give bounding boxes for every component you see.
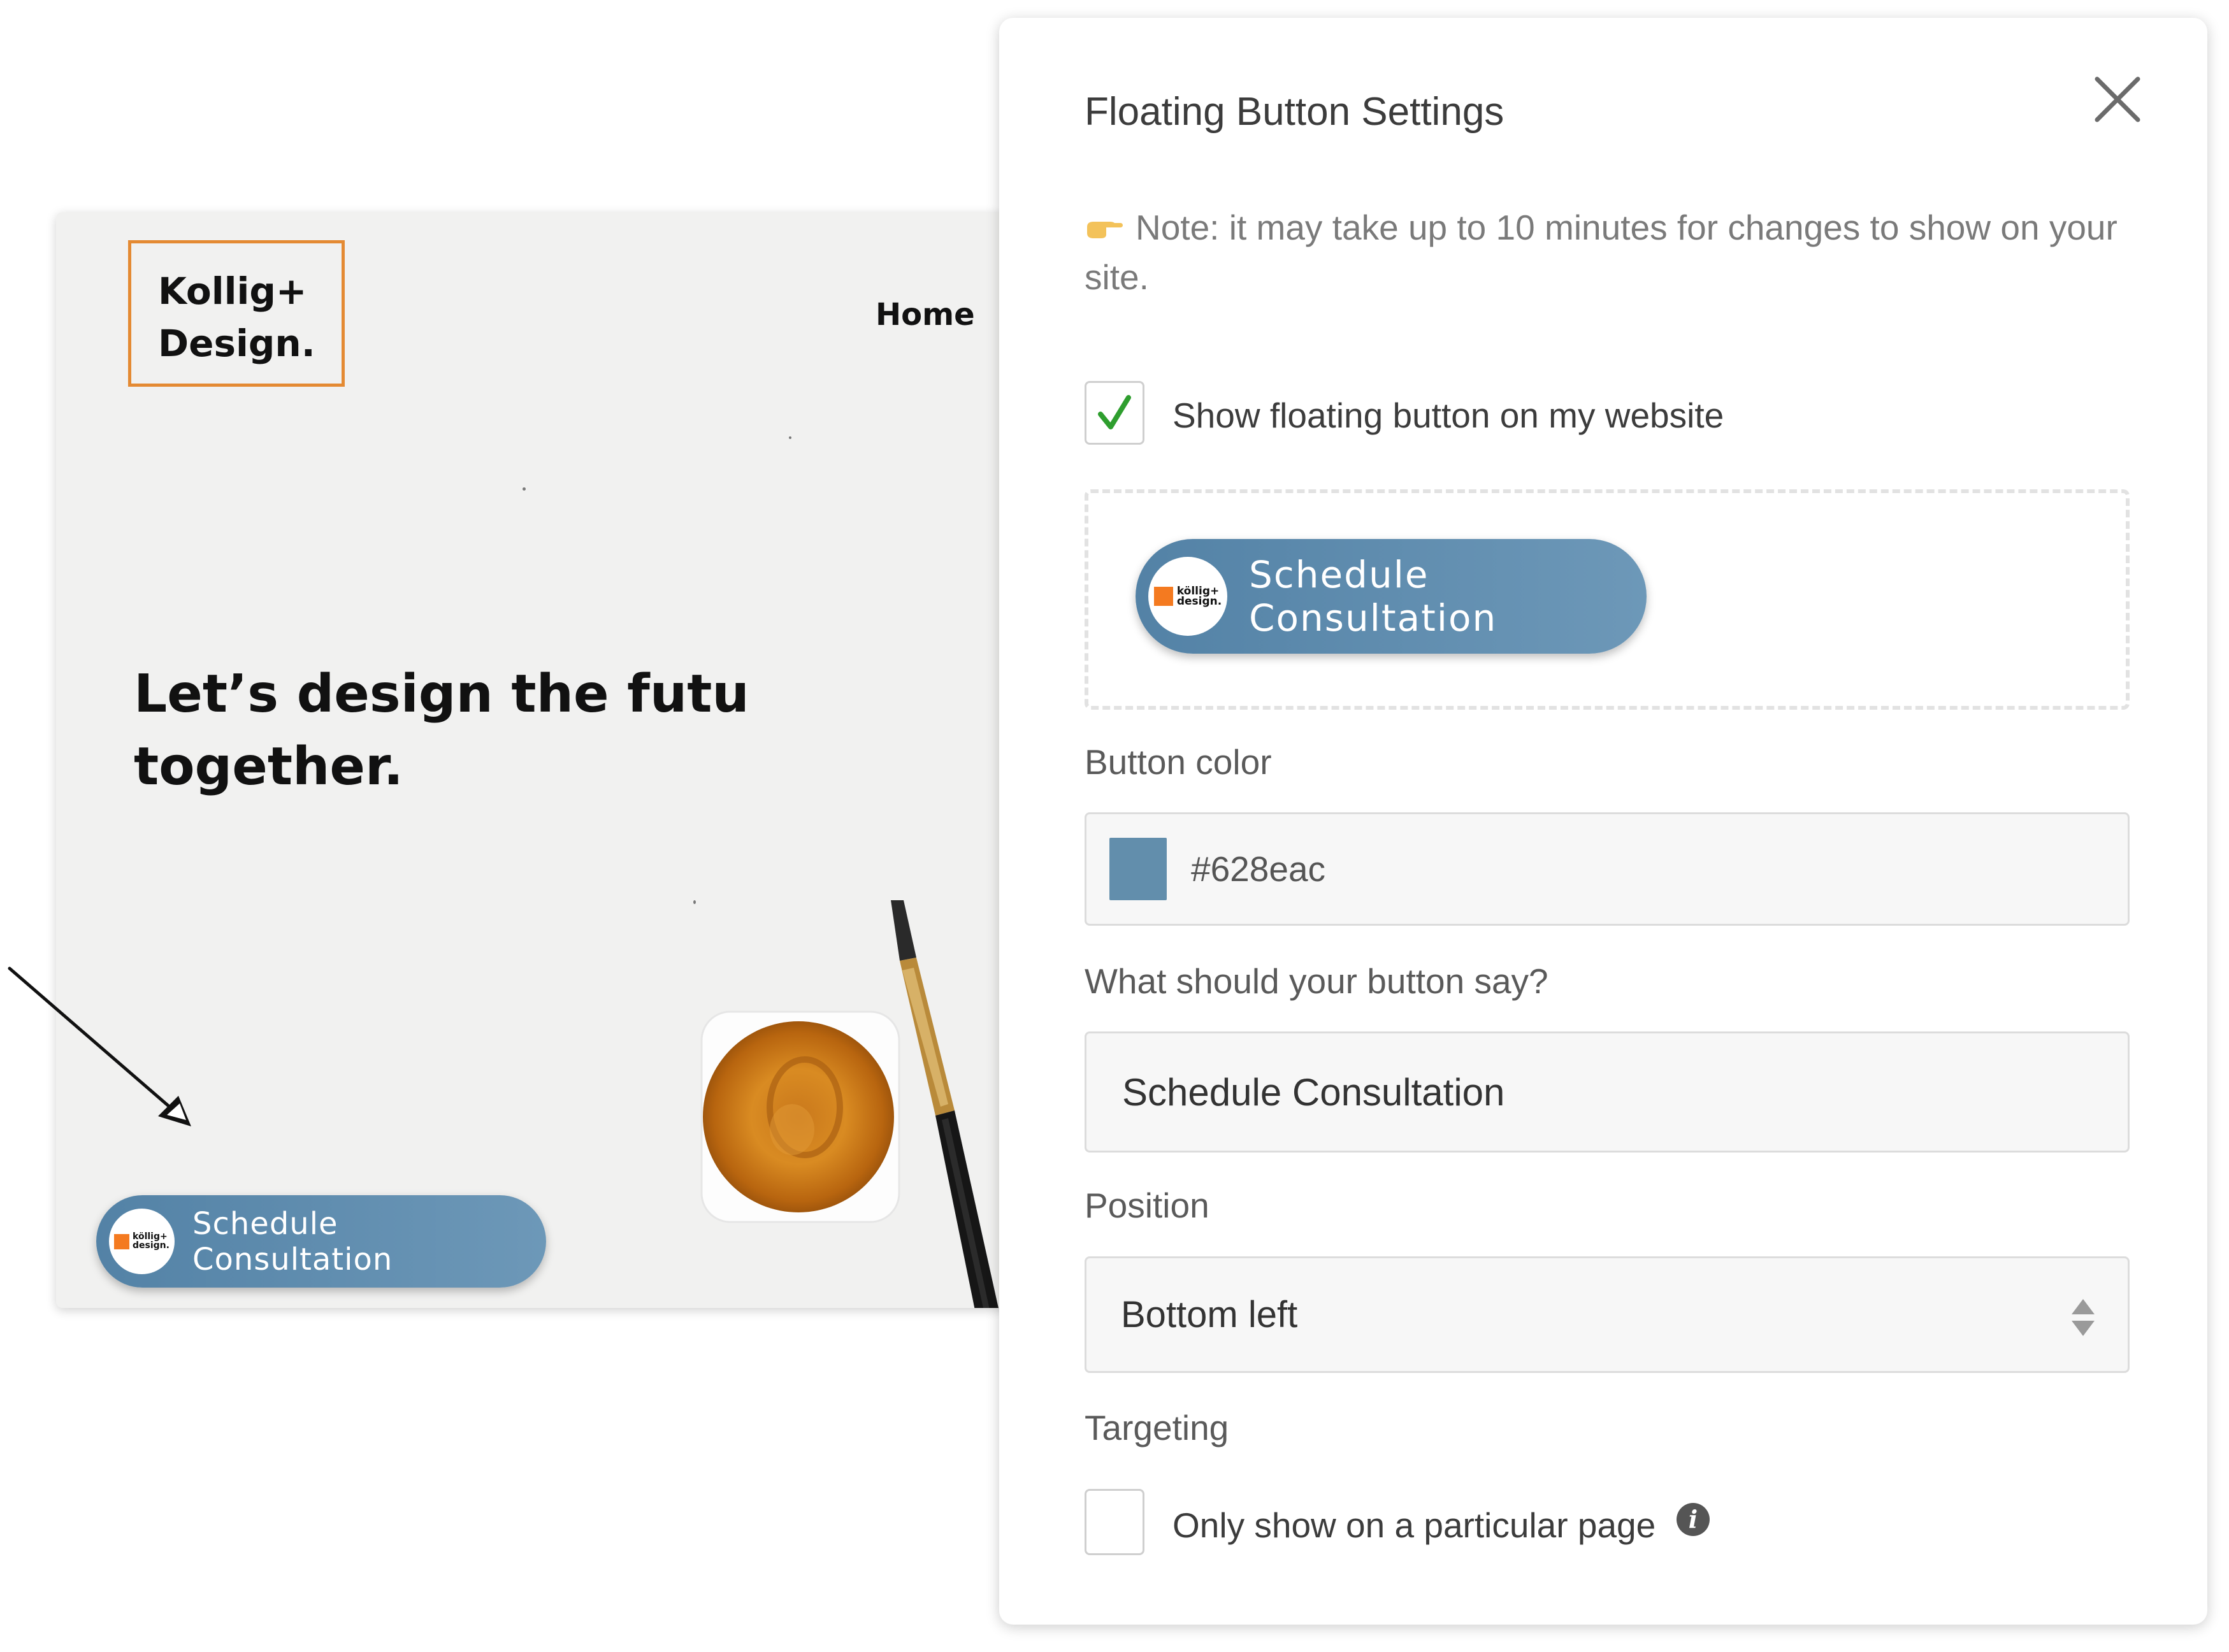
site-logo[interactable]: Kollig+ Design.: [128, 240, 345, 387]
color-value: #628eac: [1191, 849, 1326, 889]
select-arrows-icon: [2072, 1299, 2095, 1336]
position-value: Bottom left: [1121, 1294, 1298, 1335]
button-text-input[interactable]: Schedule Consultation: [1085, 1031, 2130, 1153]
note-text-row: Note: it may take up to 10 minutes for c…: [1085, 203, 2155, 302]
settings-panel: Floating Button Settings Note: it may ta…: [999, 18, 2207, 1625]
badge-orange-square: [114, 1233, 130, 1249]
color-swatch[interactable]: [1109, 838, 1167, 900]
targeting-option-label[interactable]: Only show on a particular page: [1172, 1505, 1656, 1546]
canvas-speck: [693, 900, 696, 904]
preview-button-label: Schedule Consultation: [1249, 553, 1497, 640]
badge-text: köllig+ design.: [133, 1232, 170, 1251]
position-select[interactable]: Bottom left: [1085, 1256, 2130, 1373]
button-color-field[interactable]: #628eac: [1085, 812, 2130, 926]
button-color-label: Button color: [1085, 742, 1272, 782]
canvas-speck: [523, 487, 526, 491]
badge-text: köllig+ design.: [1176, 584, 1222, 608]
badge-orange-square: [1153, 587, 1173, 606]
site-nav-home[interactable]: Home: [876, 297, 975, 333]
button-preview-area: köllig+ design. Schedule Consultation: [1085, 489, 2130, 710]
check-icon: [1098, 395, 1131, 429]
pointing-hand-icon: [1087, 222, 1123, 238]
targeting-label: Targeting: [1085, 1408, 1229, 1447]
paint-brush-image: [891, 900, 999, 1308]
position-label: Position: [1085, 1186, 1209, 1225]
arrow-pointer: [8, 966, 191, 1126]
show-button-label[interactable]: Show floating button on my website: [1172, 395, 1724, 436]
note-text: Note: it may take up to 10 minutes for c…: [1085, 208, 2117, 297]
hero-heading: Let’s design the futu together.: [134, 664, 749, 797]
button-text-value: Schedule Consultation: [1122, 1070, 1505, 1114]
info-icon[interactable]: i: [1677, 1503, 1710, 1536]
show-button-checkbox[interactable]: [1085, 381, 1144, 445]
button-text-label: What should your button say?: [1085, 961, 1548, 1001]
panel-title: Floating Button Settings: [1085, 90, 1504, 134]
floating-button-label: Schedule Consultation: [192, 1205, 393, 1277]
targeting-checkbox[interactable]: [1085, 1489, 1144, 1555]
preview-floating-button: köllig+ design. Schedule Consultation: [1136, 539, 1647, 654]
canvas-speck: [789, 436, 791, 439]
site-floating-button[interactable]: köllig+ design. Schedule Consultation: [96, 1195, 546, 1288]
close-icon[interactable]: [2092, 74, 2143, 125]
brand-badge-icon: köllig+ design.: [1148, 557, 1227, 636]
brand-badge-icon: köllig+ design.: [109, 1209, 175, 1274]
